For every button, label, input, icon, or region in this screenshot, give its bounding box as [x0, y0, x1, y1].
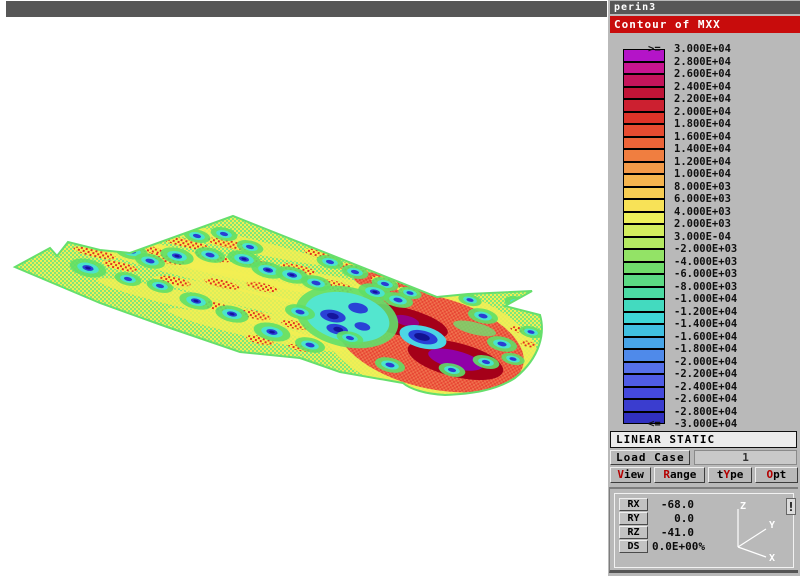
legend-label: -2.000E+04	[648, 356, 737, 368]
legend-label: -8.000E+03	[648, 281, 737, 293]
legend-label: -1.400E+04	[648, 318, 737, 330]
menu-bar: ViewRangetYpeOpt	[610, 467, 798, 483]
exclamation-icon[interactable]: !	[786, 498, 796, 515]
legend-label: 6.000E+03	[648, 193, 731, 205]
view-button-ds[interactable]: DS	[619, 540, 648, 553]
view-button-rx[interactable]: RX	[619, 498, 648, 511]
view-value-rx: -68.0	[652, 498, 694, 511]
load-case-row: Load Case 1	[610, 450, 798, 465]
legend-label: -2.400E+04	[648, 381, 737, 393]
legend-label: 2.000E+03	[648, 218, 731, 230]
legend-label: -1.800E+04	[648, 343, 737, 355]
legend-label: 4.000E+03	[648, 206, 731, 218]
z-axis-label: Z	[740, 501, 746, 512]
legend-label: -2.600E+04	[648, 393, 737, 405]
legend-label: 8.000E+03	[648, 181, 731, 193]
legend-label: -1.000E+04	[648, 293, 737, 305]
view-button-rz[interactable]: RZ	[619, 526, 648, 539]
contour-plot[interactable]	[0, 0, 608, 576]
legend-label: -2.800E+04	[648, 406, 737, 418]
legend-label: 2.800E+04	[648, 56, 731, 68]
legend-label: -2.200E+04	[648, 368, 737, 380]
menu-button-view[interactable]: View	[610, 467, 651, 483]
legend-label: >=3.000E+04	[648, 43, 731, 55]
menu-button-opt[interactable]: Opt	[755, 467, 798, 483]
legend-label: 2.600E+04	[648, 68, 731, 80]
menu-button-range[interactable]: Range	[654, 467, 705, 483]
analysis-type-box: LINEAR STATIC	[610, 431, 797, 448]
control-panel: perin3 Contour of MXX >=3.000E+042.800E+…	[608, 0, 800, 576]
load-case-button[interactable]: Load Case	[610, 450, 690, 465]
view-value-ry: 0.0	[652, 512, 694, 525]
load-case-label: Load Case	[40, 18, 109, 31]
legend-label: -4.000E+03	[648, 256, 737, 268]
legend-label: <=-3.000E+04	[648, 418, 737, 430]
menu-button-type[interactable]: tYpe	[708, 467, 751, 483]
load-case-titlebar: Load Case1	[6, 1, 607, 17]
x-axis-label: X	[769, 553, 775, 564]
contour-title-bar: Contour of MXX	[610, 16, 800, 33]
legend-label: 1.800E+04	[648, 118, 731, 130]
legend-label: 1.400E+04	[648, 143, 731, 155]
y-axis-label: Y	[769, 520, 775, 531]
y-axis-line	[738, 529, 766, 547]
load-case-value-field[interactable]: 1	[694, 450, 797, 465]
legend-label: 1.000E+04	[648, 168, 731, 180]
view-button-ry[interactable]: RY	[619, 512, 648, 525]
legend-label: 2.400E+04	[648, 81, 731, 93]
legend-label: 3.000E-04	[648, 231, 731, 243]
graphics-canvas[interactable]: Load Case 1	[0, 0, 608, 576]
view-value-rz: -41.0	[652, 526, 694, 539]
load-case-number: 1	[134, 18, 142, 31]
legend-label: 1.600E+04	[648, 131, 731, 143]
axis-triad: Z Y X	[714, 497, 786, 565]
legend-label: -6.000E+03	[648, 268, 737, 280]
legend-label: 2.000E+04	[648, 106, 731, 118]
view-value-ds: 0.0E+00%	[652, 540, 705, 553]
legend-label: 2.200E+04	[648, 93, 731, 105]
legend-label: -1.600E+04	[648, 331, 737, 343]
view-panel: RX -68.0 RY 0.0 RZ -41.0 DS 0.0E+00% Z Y X !	[609, 487, 798, 573]
legend-label: -1.200E+04	[648, 306, 737, 318]
model-name-bar: perin3	[610, 1, 800, 14]
x-axis-line	[738, 547, 766, 557]
contour-plate	[0, 200, 560, 423]
legend-label: 1.200E+04	[648, 156, 731, 168]
legend-label: -2.000E+03	[648, 243, 737, 255]
